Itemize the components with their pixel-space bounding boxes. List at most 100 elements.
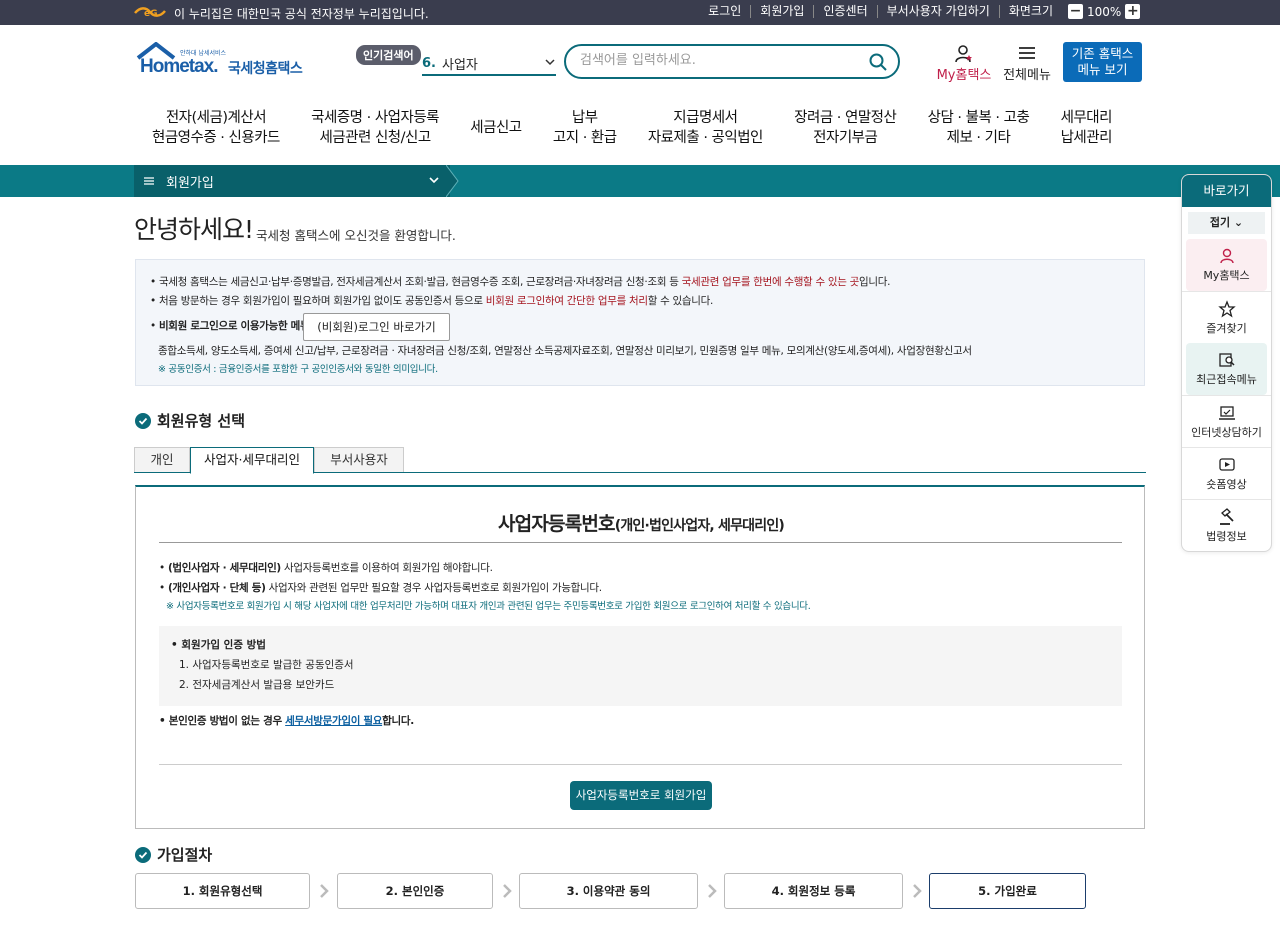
panel-note: ※ 사업자등록번호로 회원가입 시 해당 사업자에 대한 업무처리만 가능하며 … <box>166 601 811 612</box>
nav-incentive[interactable]: 장려금 · 연말정산 전자기부금 <box>794 108 897 152</box>
video-play-icon <box>1218 458 1235 471</box>
old-menu-button[interactable]: 기존 홈택스 메뉴 보기 <box>1063 42 1142 82</box>
my-hometax-button[interactable]: My홈택스 <box>936 44 992 83</box>
search-input[interactable] <box>580 53 860 68</box>
zoom-level: 100% <box>1087 4 1122 19</box>
chevron-right-icon <box>708 884 717 898</box>
auth-method-box: • 회원가입 인증 방법 1. 사업자등록번호로 발급한 공동인증서 2. 전자… <box>159 626 1122 706</box>
breadcrumb-label: 회원가입 <box>166 175 214 191</box>
top-signup-link[interactable]: 회원가입 <box>750 5 813 18</box>
laptop-chat-icon <box>1218 406 1235 420</box>
nav-e-invoice[interactable]: 전자(세금)계산서 현금영수증 · 신용카드 <box>136 108 280 152</box>
popular-term: 사업자 <box>441 57 478 73</box>
info-cert-note: ※ 공동인증서 : 금융인증서를 포함한 구 공인인증서와 동일한 의미입니다. <box>158 364 438 375</box>
info-line-2: • 처음 방문하는 경우 회원가입이 필요하며 회원가입 없이도 공동인증서 등… <box>150 295 713 307</box>
quick-label: 최근접속메뉴 <box>1196 373 1257 386</box>
search-box <box>564 44 900 79</box>
info-line-1: • 국세청 홈택스는 세금신고·납부·증명발급, 전자세금계산서 조회·발급, … <box>150 276 891 288</box>
chevron-right-icon <box>503 884 512 898</box>
method-item-2: 2. 전자세금계산서 발급용 보안카드 <box>179 679 335 691</box>
chevron-right-icon <box>913 884 922 898</box>
breadcrumb[interactable]: 회원가입 <box>134 165 450 197</box>
egov-logo-icon: eG <box>134 7 166 19</box>
step-4: 4. 회원정보 등록 <box>724 873 903 909</box>
quick-recent-menu[interactable]: 최근접속메뉴 <box>1186 343 1267 395</box>
panel-bullet-2: • (개인사업자 · 단체 등) 사업자와 관련된 업무만 필요할 경우 사업자… <box>159 582 602 594</box>
tab-department[interactable]: 부서사용자 <box>314 447 404 473</box>
quick-label: 숏폼영상 <box>1206 478 1247 491</box>
visit-signup-link[interactable]: 세무서방문가입이 필요 <box>285 715 382 727</box>
star-icon <box>1217 300 1236 318</box>
svg-text:eG: eG <box>144 9 158 19</box>
menu-lines-icon <box>144 177 154 185</box>
greeting-subtitle: 국세청 홈택스에 오신것을 환영합니다. <box>256 228 456 243</box>
chevron-down-icon <box>545 59 555 66</box>
divider <box>159 764 1122 765</box>
quick-favorites[interactable]: 즐겨찾기 <box>1182 291 1271 343</box>
panel-bullet-1: • (법인사업자 · 세무대리인) 사업자등록번호를 이용하여 회원가입 해야합… <box>159 562 493 574</box>
quick-label: 즐겨찾기 <box>1206 322 1247 335</box>
top-cert-center-link[interactable]: 인증센터 <box>813 5 876 18</box>
recent-search-icon <box>1218 353 1235 367</box>
screen-size-label: 화면크기 <box>998 5 1062 18</box>
search-icon[interactable] <box>868 52 888 72</box>
quick-label: My홈택스 <box>1203 269 1250 282</box>
nav-payment[interactable]: 납부 고지 · 환급 <box>553 108 617 152</box>
nav-tax-report[interactable]: 세금신고 <box>470 108 522 152</box>
quick-fold-button[interactable]: 접기 ⌄ <box>1188 212 1265 234</box>
main-nav: 전자(세금)계산서 현금영수증 · 신용카드 국세증명 · 사업자등록 세금관련… <box>136 108 1136 152</box>
nonmember-login-button[interactable]: (비회원)로그인 바로가기 <box>303 313 450 341</box>
quick-shortform-video[interactable]: 숏폼영상 <box>1182 447 1271 499</box>
nav-consult[interactable]: 상담 · 불복 · 고충 제보 · 기타 <box>928 108 1030 152</box>
hometax-logo[interactable]: 안하대 납세서비스 Hometax. 국세청홈택스 <box>136 41 306 82</box>
member-type-heading: 회원유형 선택 <box>135 410 245 431</box>
popular-search-tag: 인기검색어 <box>356 45 421 65</box>
chevron-right-icon <box>320 884 329 898</box>
chevron-down-icon[interactable] <box>428 174 440 186</box>
logo-main-text: Hometax. <box>140 56 219 77</box>
method-item-1: 1. 사업자등록번호로 발급한 공동인증서 <box>179 659 354 671</box>
gavel-icon <box>1219 508 1234 525</box>
my-hometax-label: My홈택스 <box>936 68 992 83</box>
tab-individual[interactable]: 개인 <box>134 447 190 473</box>
greeting-title: 안녕하세요! <box>134 215 254 244</box>
quick-law-info[interactable]: 법령정보 <box>1182 499 1271 551</box>
step-1: 1. 회원유형선택 <box>135 873 310 909</box>
top-dept-user-link[interactable]: 부서사용자 가입하기 <box>876 5 999 18</box>
business-signup-panel: 사업자등록번호(개인·법인사업자, 세무대리인) • (법인사업자 · 세무대리… <box>135 485 1145 829</box>
quick-online-consult[interactable]: 인터넷상담하기 <box>1182 395 1271 447</box>
breadcrumb-arrow-icon <box>446 165 459 197</box>
zoom-in-button[interactable]: + <box>1125 4 1141 19</box>
popular-rank: 6. <box>422 55 436 71</box>
quick-panel-title: 바로가기 <box>1182 175 1271 207</box>
zoom-control: − 100% + <box>1068 4 1141 19</box>
procedure-heading: 가입절차 <box>135 844 212 865</box>
step-2: 2. 본인인증 <box>337 873 493 909</box>
step-3: 3. 이용약관 동의 <box>519 873 698 909</box>
user-icon <box>1219 248 1234 264</box>
popular-search-select[interactable]: 6. 사업자 <box>422 52 556 76</box>
tab-business[interactable]: 사업자·세무대리인 <box>190 447 314 474</box>
hamburger-icon <box>1019 47 1035 59</box>
quick-panel: 바로가기 접기 ⌄ My홈택스 즐겨찾기 최근접속메뉴 인터넷상담하기 숏폼영상… <box>1181 174 1272 552</box>
method-title: • 회원가입 인증 방법 <box>171 639 266 651</box>
all-menu-button[interactable]: 전체메뉴 <box>1002 44 1052 83</box>
nav-certificate[interactable]: 국세증명 · 사업자등록 세금관련 신청/신고 <box>311 108 439 152</box>
old-menu-label: 기존 홈택스 메뉴 보기 <box>1071 46 1134 77</box>
zoom-out-button[interactable]: − <box>1068 4 1083 19</box>
all-menu-label: 전체메뉴 <box>1003 68 1051 83</box>
check-circle-icon <box>135 412 151 429</box>
divider <box>159 542 1122 543</box>
quick-label: 인터넷상담하기 <box>1191 426 1262 439</box>
business-signup-button[interactable]: 사업자등록번호로 회원가입 <box>570 781 712 810</box>
step-5: 5. 가입완료 <box>929 873 1086 909</box>
gov-links: 로그인 회원가입 인증센터 부서사용자 가입하기 화면크기 <box>699 5 1062 18</box>
logo-kor-text: 국세청홈택스 <box>228 61 303 77</box>
quick-my-hometax[interactable]: My홈택스 <box>1186 239 1267 291</box>
gov-text: 이 누리집은 대한민국 공식 전자정부 누리집입니다. <box>174 7 429 21</box>
user-icon <box>955 45 972 63</box>
nav-agent[interactable]: 세무대리 납세관리 <box>1061 108 1136 152</box>
quick-label: 법령정보 <box>1206 530 1247 543</box>
top-login-link[interactable]: 로그인 <box>699 5 750 18</box>
nav-statement[interactable]: 지급명세서 자료제출 · 공익법인 <box>648 108 764 152</box>
